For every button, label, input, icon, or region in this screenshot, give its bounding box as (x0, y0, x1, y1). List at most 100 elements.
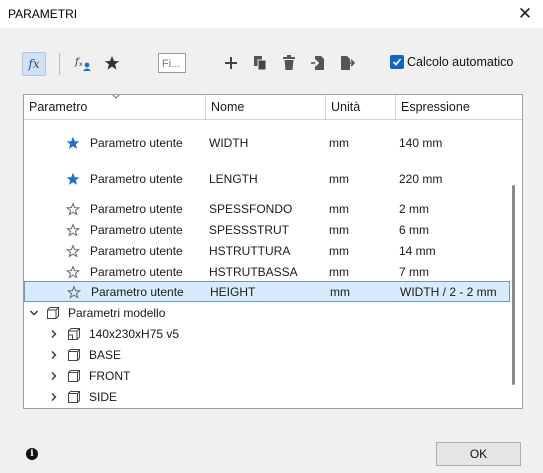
tree-item[interactable]: FRONT (24, 365, 510, 386)
star-outline-icon[interactable] (66, 198, 80, 219)
table-header: Parametro Nome Unità Espressione (24, 95, 522, 120)
toolbar-separator (59, 53, 60, 75)
parameter-name: HEIGHT (210, 284, 256, 299)
star-outline-icon[interactable] (66, 240, 80, 261)
body-icon (67, 344, 81, 365)
parameter-unit: mm (329, 136, 349, 150)
auto-calc-label: Calcolo automatico (407, 55, 514, 69)
parameter-expression[interactable]: 220 mm (399, 166, 442, 192)
star-icon (104, 56, 120, 70)
parameters-table: Parametro Nome Unità Espressione Paramet… (23, 94, 523, 409)
star-outline-icon[interactable] (66, 219, 80, 240)
column-header-espressione[interactable]: Espressione (396, 95, 522, 119)
tree-item-label: FRONT (89, 368, 131, 383)
star-outline-icon[interactable] (67, 282, 81, 301)
fx-icon: fx (28, 57, 40, 71)
table-row[interactable]: Parametro utente SPESSSTRUT mm 6 mm (24, 219, 510, 240)
parameter-type: Parametro utente (90, 264, 183, 279)
import-button[interactable] (307, 52, 329, 74)
parameter-expression[interactable]: 2 mm (399, 198, 429, 219)
tree-item-label: SIDE (89, 389, 118, 404)
export-button[interactable] (336, 52, 358, 74)
chevron-down-icon[interactable] (29, 302, 39, 323)
close-button[interactable]: ✕ (515, 4, 535, 24)
toolbar: fx f x Fi... Calcolo automatico (0, 44, 543, 84)
parameter-type: Parametro utente (91, 284, 184, 299)
tree-item-label: 140x230xH75 v5 (89, 326, 180, 341)
parameter-unit: mm (330, 284, 350, 299)
component-icon (46, 302, 60, 323)
parameter-expression[interactable]: WIDTH / 2 - 2 mm (400, 282, 497, 301)
filter-input[interactable]: Fi... (158, 53, 186, 73)
chevron-right-icon[interactable] (49, 365, 59, 386)
tree-group-model-parameters[interactable]: Parametri modello (24, 302, 510, 323)
tree-item[interactable]: BASE (24, 344, 510, 365)
export-icon (341, 56, 355, 70)
parameter-unit: mm (329, 243, 349, 258)
parameter-unit: mm (329, 201, 349, 216)
column-header-label: Parametro (29, 100, 88, 114)
sort-caret-icon (112, 95, 120, 99)
parameter-name: LENGTH (209, 172, 258, 186)
auto-calc-checkbox[interactable] (390, 55, 404, 69)
star-filled-icon[interactable] (66, 130, 80, 156)
add-button[interactable] (220, 52, 242, 74)
parameter-type: Parametro utente (90, 136, 183, 150)
parameter-expression[interactable]: 7 mm (399, 261, 429, 282)
info-icon[interactable]: i (26, 448, 38, 460)
parameter-name: WIDTH (209, 136, 249, 150)
chevron-right-icon[interactable] (49, 323, 59, 344)
table-row[interactable]: Parametro utente WIDTH mm 140 mm (24, 130, 510, 156)
user-parameter-icon: f x (74, 57, 91, 71)
column-header-parametro[interactable]: Parametro (24, 95, 206, 119)
parameter-type: Parametro utente (90, 172, 183, 186)
copy-button[interactable] (249, 52, 271, 74)
import-icon (311, 56, 324, 70)
table-row[interactable]: Parametro utente SPESSFONDO mm 2 mm (24, 198, 510, 219)
table-row[interactable]: Parametro utente HEIGHT mm WIDTH / 2 - 2 mm (24, 281, 510, 302)
plus-icon (225, 57, 237, 69)
table-row[interactable]: Parametro utente HSTRUTTURA mm 14 mm (24, 240, 510, 261)
parameter-name: SPESSFONDO (209, 201, 293, 216)
parameter-unit: mm (329, 222, 349, 237)
tree-item-label: BASE (89, 347, 122, 362)
parameter-name: HSTRUTBASSA (209, 264, 298, 279)
vertical-scrollbar[interactable] (512, 185, 515, 385)
parameter-type: Parametro utente (90, 201, 183, 216)
ok-button[interactable]: OK (436, 442, 521, 466)
window-title: PARAMETRI (8, 7, 78, 21)
svg-text:x: x (79, 61, 83, 68)
auto-calc-toggle[interactable]: Calcolo automatico (390, 55, 513, 69)
parameter-type: Parametro utente (90, 243, 183, 258)
parameter-expression[interactable]: 14 mm (399, 240, 436, 261)
user-parameter-button[interactable]: f x (72, 52, 94, 74)
fx-button[interactable]: fx (22, 52, 46, 76)
table-row[interactable]: Parametro utente LENGTH mm 220 mm (24, 166, 510, 192)
component-icon (67, 323, 81, 344)
star-outline-icon[interactable] (66, 261, 80, 282)
table-row[interactable]: Parametro utente HSTRUTBASSA mm 7 mm (24, 261, 510, 282)
tree-item[interactable]: SIDE (24, 386, 510, 407)
column-header-nome[interactable]: Nome (206, 95, 326, 119)
trash-icon (283, 55, 295, 70)
checkmark-icon (392, 58, 402, 66)
chevron-right-icon[interactable] (49, 344, 59, 365)
title-bar: PARAMETRI ✕ (0, 0, 543, 28)
parameter-expression[interactable]: 6 mm (399, 219, 429, 240)
chevron-right-icon[interactable] (49, 386, 59, 407)
delete-button[interactable] (278, 52, 300, 74)
parameter-unit: mm (329, 264, 349, 279)
parameter-name: HSTRUTTURA (209, 243, 291, 258)
body-icon (67, 386, 81, 407)
tree-group-label: Parametri modello (68, 305, 166, 320)
parameter-name: SPESSSTRUT (209, 222, 290, 237)
parameter-unit: mm (329, 172, 349, 186)
tree-item[interactable]: 140x230xH75 v5 (24, 323, 510, 344)
body-icon (67, 365, 81, 386)
column-header-unita[interactable]: Unità (326, 95, 396, 119)
copy-icon (254, 56, 267, 71)
parameter-expression[interactable]: 140 mm (399, 130, 442, 156)
favorites-button[interactable] (101, 52, 123, 74)
star-filled-icon[interactable] (66, 166, 80, 192)
parameter-type: Parametro utente (90, 222, 183, 237)
